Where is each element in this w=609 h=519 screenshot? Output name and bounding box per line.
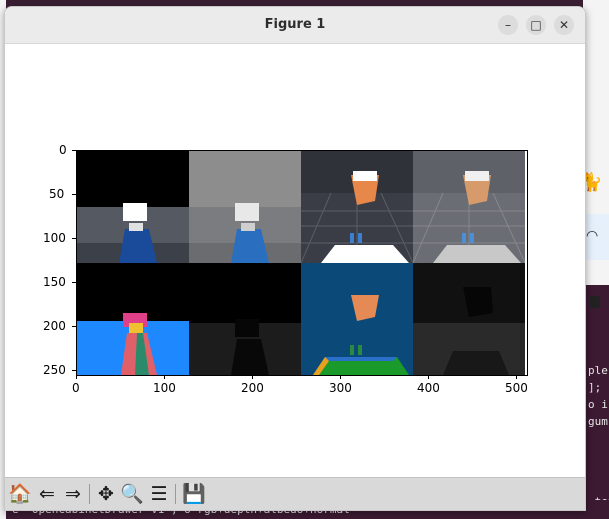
y-tick-label: 250 — [43, 363, 66, 377]
terminal-marker — [590, 296, 600, 308]
y-tick-label: 50 — [49, 187, 65, 201]
camera-view-image — [413, 151, 525, 263]
image-tile-depth-1 — [189, 263, 301, 375]
figure-window: Figure 1 – □ ✕ 0 50 100 150 200 250 0 10… — [4, 6, 586, 511]
image-tile-depth-2 — [413, 263, 525, 375]
image-axes[interactable] — [76, 150, 528, 376]
x-tick-mark — [340, 375, 341, 379]
forward-arrow-icon[interactable]: ⇒ — [61, 482, 85, 506]
albedo-image — [313, 295, 409, 375]
toolbar-separator — [175, 484, 176, 504]
y-tick-label: 200 — [43, 319, 66, 333]
figure-canvas[interactable]: 0 50 100 150 200 250 0 100 200 300 400 5… — [5, 44, 585, 474]
segmentation-image — [77, 313, 189, 375]
x-tick-mark — [252, 375, 253, 379]
x-tick-mark — [428, 375, 429, 379]
navigation-toolbar: 🏠 ⇐ ⇒ ✥ 🔍 ☰ 💾 — [5, 477, 585, 510]
y-tick-label: 150 — [43, 275, 66, 289]
minimize-button[interactable]: – — [498, 15, 518, 35]
image-tile-rgb-4 — [413, 151, 525, 263]
depth-image — [189, 319, 301, 375]
save-icon[interactable]: 💾 — [182, 482, 206, 506]
camera-view-image — [77, 203, 189, 263]
y-tick-label: 100 — [43, 231, 66, 245]
y-tick-mark — [72, 150, 76, 151]
y-tick-mark — [72, 282, 76, 283]
x-tick-label: 300 — [329, 381, 352, 395]
x-tick-mark — [76, 375, 77, 379]
image-tile-segmentation — [77, 263, 189, 375]
x-tick-mark — [164, 375, 165, 379]
toolbar-separator — [89, 484, 90, 504]
camera-view-image — [189, 203, 301, 263]
maximize-button[interactable]: □ — [526, 15, 546, 35]
y-tick-mark — [72, 194, 76, 195]
image-tile-albedo — [301, 263, 413, 375]
x-tick-mark — [516, 375, 517, 379]
terminal-line: gum — [588, 415, 608, 428]
terminal-line: ple — [588, 364, 608, 377]
home-icon[interactable]: 🏠 — [8, 482, 32, 506]
wifi-icon: ◠ — [586, 228, 599, 244]
y-tick-mark — [72, 238, 76, 239]
x-tick-label: 500 — [505, 381, 528, 395]
x-tick-label: 100 — [153, 381, 176, 395]
terminal-line: o i — [588, 398, 608, 411]
camera-view-image — [301, 151, 413, 263]
image-tile-rgb-3 — [301, 151, 413, 263]
pan-icon[interactable]: ✥ — [94, 482, 118, 506]
depth-image — [413, 263, 525, 375]
x-tick-label: 0 — [72, 381, 80, 395]
y-tick-mark — [72, 326, 76, 327]
terminal-line: ]; — [588, 381, 602, 394]
x-tick-label: 200 — [241, 381, 264, 395]
y-tick-label: 0 — [59, 143, 67, 157]
configure-subplots-icon[interactable]: ☰ — [147, 482, 171, 506]
back-arrow-icon[interactable]: ⇐ — [35, 482, 59, 506]
y-tick-mark — [72, 370, 76, 371]
image-tile-rgb-1 — [77, 151, 189, 263]
zoom-icon[interactable]: 🔍 — [120, 482, 144, 506]
title-bar[interactable]: Figure 1 – □ ✕ — [5, 7, 585, 44]
x-tick-label: 400 — [417, 381, 440, 395]
close-button[interactable]: ✕ — [554, 15, 574, 35]
image-tile-rgb-2 — [189, 151, 301, 263]
